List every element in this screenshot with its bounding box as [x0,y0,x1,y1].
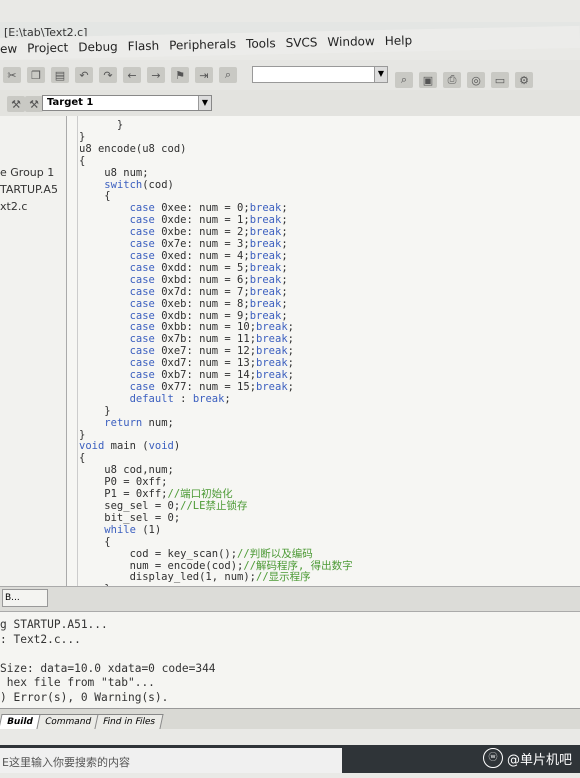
binoculars-icon[interactable]: ⌕ [395,72,413,88]
find-icon[interactable]: ⌕ [219,67,237,83]
menu-view[interactable]: ew [0,42,17,56]
paste-icon[interactable]: ▤ [51,67,69,83]
project-panel: e Group 1 TARTUP.A5 xt2.c [0,116,67,586]
print-icon[interactable]: ⎙ [443,72,461,88]
settings-icon[interactable]: ⚙ [515,72,533,88]
bookmark-icon[interactable]: ⚑ [171,67,189,83]
tree-item-startup[interactable]: TARTUP.A5 [0,183,58,196]
copy-icon[interactable]: ❐ [27,67,45,83]
watermark: ⓦ @单片机吧 [482,748,572,768]
build-icon[interactable]: ⚒ [7,96,25,112]
chevron-down-icon[interactable]: ▼ [374,67,387,82]
panel-splitter[interactable] [0,586,580,612]
find-combo[interactable]: ▼ [252,66,388,83]
tab-build[interactable]: Build [0,714,42,729]
tree-item-text2[interactable]: xt2.c [0,200,27,213]
redo-icon[interactable]: ↷ [99,67,117,83]
chevron-down-icon[interactable]: ▼ [198,96,211,110]
editor-gutter [67,116,78,594]
nav-forward-icon[interactable]: → [147,67,165,83]
indent-icon[interactable]: ⇥ [195,67,213,83]
tree-item-group[interactable]: e Group 1 [0,166,54,179]
code-editor[interactable]: } } u8 encode(u8 cod) { u8 num; switch(c… [66,116,580,607]
target-select[interactable]: Target 1 ▼ [42,95,212,111]
menu-window[interactable]: Window [327,34,375,49]
build-output-text: g STARTUP.A51... : Text2.c... Size: data… [0,618,216,704]
debug-icon[interactable]: ◎ [467,72,485,88]
menu-flash[interactable]: Flash [128,39,160,54]
build-output: g STARTUP.A51... : Text2.c... Size: data… [0,612,580,710]
output-tabs: Build Command Find in Files [0,708,580,729]
books-tab[interactable]: B... [2,589,48,607]
menu-debug[interactable]: Debug [78,40,118,55]
cut-icon[interactable]: ✂ [3,67,21,83]
weibo-logo-icon: ⓦ [482,748,503,768]
tab-command[interactable]: Command [36,714,100,729]
menu-svcs[interactable]: SVCS [285,35,317,50]
undo-icon[interactable]: ↶ [75,67,93,83]
watermark-text: @单片机吧 [506,752,572,768]
menu-help[interactable]: Help [385,33,413,48]
source-code[interactable]: } } u8 encode(u8 cod) { u8 num; switch(c… [79,119,353,608]
target-select-value: Target 1 [47,97,94,108]
menu-project[interactable]: Project [27,41,68,56]
menu-peripherals[interactable]: Peripherals [169,37,236,52]
menu-tools[interactable]: Tools [246,36,276,51]
rebuild-icon[interactable]: ⚒ [25,96,43,112]
taskbar-search[interactable]: E这里输入你要搜索的内容 [0,748,342,773]
nav-back-icon[interactable]: ← [123,67,141,83]
source-browser-icon[interactable]: ▣ [419,72,437,88]
window-icon[interactable]: ▭ [491,72,509,88]
tab-find-in-files[interactable]: Find in Files [94,714,164,729]
